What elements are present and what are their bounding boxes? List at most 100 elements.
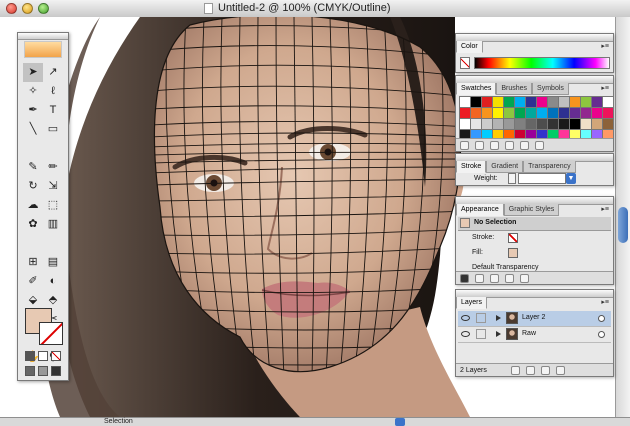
reduce-to-basic-appearance-button[interactable] xyxy=(490,273,499,283)
swatch-options-button[interactable] xyxy=(490,140,499,150)
new-art-maintains-appearance-button[interactable] xyxy=(460,273,469,283)
swatch[interactable] xyxy=(548,97,559,108)
swatch[interactable] xyxy=(537,119,548,130)
status-indicator-icon[interactable] xyxy=(395,418,405,426)
swatch[interactable] xyxy=(504,119,515,130)
line-segment-icon[interactable]: ╲ xyxy=(23,120,43,139)
layer-target-icon[interactable] xyxy=(598,315,605,322)
delete-item-button[interactable] xyxy=(520,273,529,283)
zoom-window-button[interactable] xyxy=(38,3,49,14)
standard-screen-mode-icon[interactable] xyxy=(24,366,35,376)
pen-icon[interactable]: ✒ xyxy=(23,101,43,120)
swatch[interactable] xyxy=(460,97,471,108)
swatch[interactable] xyxy=(515,108,526,119)
delete-layer-button[interactable] xyxy=(555,365,565,375)
swatch[interactable] xyxy=(537,97,548,108)
eyedropper-icon[interactable]: ✐ xyxy=(23,272,43,291)
stroke-attribute-label[interactable]: Stroke: xyxy=(472,234,494,241)
stroke-attribute-swatch[interactable] xyxy=(508,233,518,243)
weight-input[interactable] xyxy=(518,173,566,184)
mesh-icon[interactable]: ⊞ xyxy=(23,253,43,272)
lock-toggle[interactable] xyxy=(476,313,486,323)
scroll-thumb[interactable] xyxy=(618,207,628,243)
swatch[interactable] xyxy=(526,119,537,130)
tab-layers[interactable]: Layers xyxy=(456,297,488,309)
tab-stroke[interactable]: Stroke xyxy=(456,161,487,173)
tab-appearance[interactable]: Appearance xyxy=(456,204,504,216)
none-mode-button[interactable] xyxy=(51,351,62,361)
panel-menu-icon[interactable]: ▸≡ xyxy=(601,299,609,307)
free-transform-icon[interactable]: ⬚ xyxy=(43,196,63,215)
lock-toggle[interactable] xyxy=(476,329,486,339)
direct-selection-arrow-icon[interactable]: ↗ xyxy=(43,63,63,82)
full-screen-mode-icon[interactable] xyxy=(51,366,62,376)
stroke-color-swatch[interactable] xyxy=(39,322,63,345)
swatch[interactable] xyxy=(548,108,559,119)
tab-graphic-styles[interactable]: Graphic Styles xyxy=(503,204,560,216)
swatch[interactable] xyxy=(504,97,515,108)
new-color-group-button[interactable] xyxy=(505,140,514,150)
swatch[interactable] xyxy=(504,108,515,119)
current-tool-status[interactable]: Selection xyxy=(104,418,133,426)
type-icon[interactable]: T xyxy=(43,101,63,120)
layer-name[interactable]: Layer 2 xyxy=(522,314,545,321)
swatch[interactable] xyxy=(537,108,548,119)
lasso-icon[interactable]: ℓ xyxy=(43,82,63,101)
swatch[interactable] xyxy=(493,97,504,108)
tab-brushes[interactable]: Brushes xyxy=(496,83,533,95)
expand-triangle-icon[interactable] xyxy=(496,331,501,337)
make-clipping-mask-button[interactable] xyxy=(510,365,520,375)
duplicate-item-button[interactable] xyxy=(505,273,514,283)
selection-arrow-icon[interactable]: ➤ xyxy=(23,63,43,82)
color-spectrum-bar[interactable] xyxy=(474,57,610,69)
swatch[interactable] xyxy=(592,119,603,130)
tab-swatches[interactable]: Swatches xyxy=(456,83,497,95)
panel-menu-icon[interactable]: ▸≡ xyxy=(601,85,609,93)
swatch[interactable] xyxy=(570,119,581,130)
swatch-libraries-button[interactable] xyxy=(460,140,469,150)
default-transparency-label[interactable]: Default Transparency xyxy=(472,264,539,271)
application-logo[interactable] xyxy=(24,41,62,58)
delete-swatch-button[interactable] xyxy=(535,140,544,150)
layer-row-layer-2[interactable]: Layer 2 xyxy=(458,311,611,327)
swatch[interactable] xyxy=(603,97,613,108)
swatch[interactable] xyxy=(471,119,482,130)
swatch[interactable] xyxy=(581,119,592,130)
swatch[interactable] xyxy=(581,108,592,119)
weight-stepper[interactable] xyxy=(508,173,516,184)
new-sublayer-button[interactable] xyxy=(525,365,535,375)
swatch[interactable] xyxy=(581,97,592,108)
swatch[interactable] xyxy=(603,119,613,130)
swatch[interactable] xyxy=(559,108,570,119)
swatch[interactable] xyxy=(482,97,493,108)
swatch[interactable] xyxy=(482,108,493,119)
tab-gradient[interactable]: Gradient xyxy=(486,161,524,173)
swatch[interactable] xyxy=(460,108,471,119)
fill-attribute-label[interactable]: Fill: xyxy=(472,249,483,256)
panel-menu-icon[interactable]: ▸≡ xyxy=(601,206,609,214)
swatch[interactable] xyxy=(570,108,581,119)
swatch[interactable] xyxy=(471,97,482,108)
swatch[interactable] xyxy=(482,119,493,130)
swatch[interactable] xyxy=(515,119,526,130)
tab-transparency[interactable]: Transparency xyxy=(523,161,576,173)
clear-appearance-button[interactable] xyxy=(475,273,484,283)
appearance-selection-row[interactable]: No Selection xyxy=(458,217,611,231)
close-window-button[interactable] xyxy=(6,3,17,14)
rectangle-icon[interactable]: ▭ xyxy=(43,120,63,139)
gradient-icon[interactable]: ▤ xyxy=(43,253,63,272)
visibility-eye-icon[interactable] xyxy=(461,331,470,337)
expand-triangle-icon[interactable] xyxy=(496,315,501,321)
weight-dropdown-button[interactable]: ▼ xyxy=(566,173,576,184)
vertical-scrollbar[interactable] xyxy=(615,17,630,417)
color-mode-button[interactable] xyxy=(24,351,35,361)
swatch[interactable] xyxy=(559,119,570,130)
pencil-icon[interactable]: ✏ xyxy=(43,158,63,177)
minimize-window-button[interactable] xyxy=(22,3,33,14)
swatch[interactable] xyxy=(570,97,581,108)
swatch[interactable] xyxy=(592,108,603,119)
swatch[interactable] xyxy=(493,119,504,130)
swatch[interactable] xyxy=(548,119,559,130)
blend-icon[interactable]: ◐ xyxy=(43,272,63,291)
warp-icon[interactable]: ☁ xyxy=(23,196,43,215)
